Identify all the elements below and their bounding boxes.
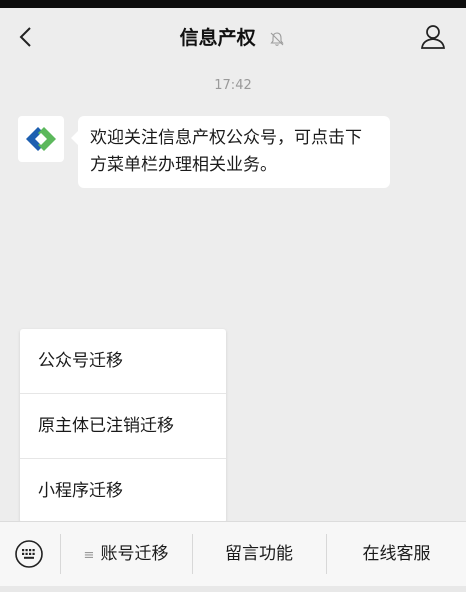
brand-logo-icon (26, 127, 56, 151)
menu-list-icon: ≡ (83, 548, 95, 563)
submenu-item-official-account-migration[interactable]: 公众号迁移 (20, 329, 226, 394)
welcome-message-bubble: 欢迎关注信息产权公众号，可点击下方菜单栏办理相关业务。 (71, 116, 390, 188)
person-icon (421, 25, 445, 49)
bottom-menu-bar: ≡ 账号迁移 留言功能 在线客服 (0, 521, 466, 586)
page-title-wrap: 信息产权 (0, 23, 466, 50)
message-timestamp: 17:42 (214, 78, 252, 93)
submenu-item-deregistered-entity-migration[interactable]: 原主体已注销迁移 (20, 394, 226, 459)
menu-button-account-migration[interactable]: ≡ 账号迁移 (61, 522, 191, 586)
menu-button-online-service[interactable]: 在线客服 (327, 522, 466, 586)
keyboard-toggle-button[interactable] (14, 539, 44, 569)
account-migration-submenu: 公众号迁移 原主体已注销迁移 小程序迁移 (20, 329, 226, 523)
bell-muted-icon (270, 31, 284, 46)
menu-button-leave-message[interactable]: 留言功能 (193, 522, 325, 586)
nav-bar: 信息产权 (0, 8, 466, 64)
profile-button[interactable] (418, 22, 448, 52)
page-title: 信息产权 (179, 27, 256, 49)
bottom-safe-area (0, 586, 466, 592)
status-bar-strip (0, 0, 466, 8)
menu-button-label: 账号迁移 (100, 544, 169, 564)
keyboard-icon (15, 540, 43, 568)
submenu-item-mini-program-migration[interactable]: 小程序迁移 (20, 459, 226, 523)
account-avatar[interactable] (18, 116, 64, 162)
